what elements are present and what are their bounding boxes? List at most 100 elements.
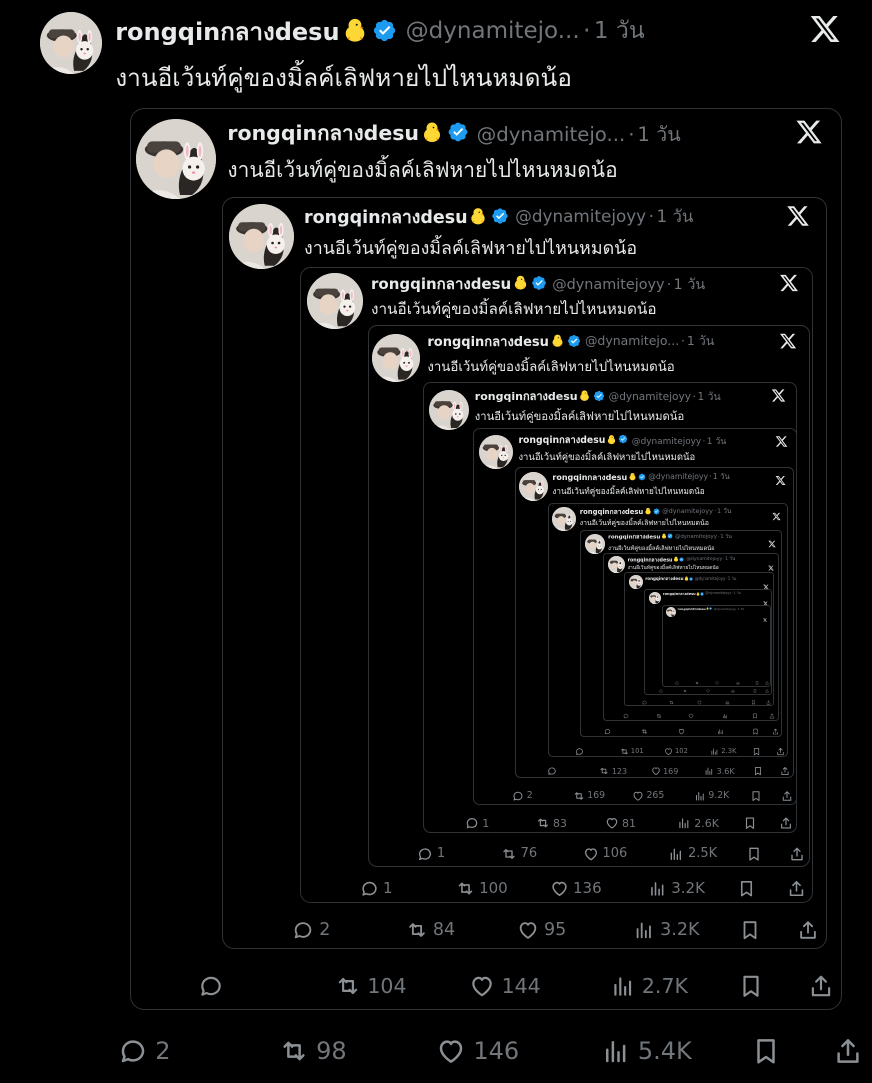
bookmark-button[interactable] <box>752 712 758 719</box>
timestamp[interactable]: 1 วัน <box>637 123 680 146</box>
share-button[interactable] <box>833 1033 863 1069</box>
avatar[interactable] <box>608 556 625 573</box>
bookmark-button[interactable] <box>753 765 763 777</box>
like-button[interactable]: 81 <box>605 815 636 832</box>
views-button[interactable]: 2.7K <box>610 971 688 1002</box>
views-button[interactable] <box>722 712 729 719</box>
timestamp[interactable]: 1 วัน <box>738 607 744 611</box>
share-button[interactable] <box>787 877 806 900</box>
views-button[interactable] <box>736 681 741 686</box>
bookmark-button[interactable] <box>739 917 761 943</box>
avatar[interactable] <box>666 607 676 617</box>
handle[interactable]: @dynamitejoyy <box>686 557 722 562</box>
retweet-button[interactable] <box>656 712 663 719</box>
retweet-button[interactable]: 83 <box>536 815 567 832</box>
views-button[interactable]: 9.2K <box>694 789 729 803</box>
avatar[interactable] <box>519 472 548 501</box>
handle-and-time[interactable]: @dynamitejoyy·1 วัน <box>675 533 732 541</box>
handle[interactable]: @dynamitejoyy <box>632 437 702 447</box>
handle[interactable]: @dynamitejoyy <box>662 507 713 515</box>
reply-button[interactable]: 2 <box>512 789 533 803</box>
like-button[interactable]: 102 <box>664 746 688 756</box>
views-button[interactable]: 2.5K <box>668 844 717 864</box>
views-button[interactable] <box>725 699 731 705</box>
handle-and-time[interactable]: @dynamitejoyy·1 วัน <box>515 204 693 230</box>
retweet-button[interactable]: 76 <box>501 844 537 864</box>
timestamp[interactable]: 1 วัน <box>713 472 730 481</box>
avatar[interactable] <box>372 334 421 382</box>
handle-and-time[interactable]: @dynamitejoyy·1 วัน <box>609 388 721 405</box>
handle-and-time[interactable]: @dynamitejoyy·1 วัน <box>695 575 737 582</box>
timestamp[interactable]: 1 วัน <box>728 576 737 581</box>
retweet-button[interactable] <box>695 681 700 686</box>
bookmark-button[interactable] <box>737 877 756 900</box>
handle[interactable]: @dynamitejo... <box>406 18 580 44</box>
retweet-button[interactable]: 104 <box>335 971 407 1002</box>
retweet-button[interactable] <box>683 688 688 693</box>
handle-and-time[interactable]: @dynamitejo... · 1 วัน <box>406 13 645 49</box>
timestamp[interactable]: 1 วัน <box>725 557 735 562</box>
bookmark-button[interactable] <box>755 681 759 686</box>
handle-and-time[interactable]: @dynamitejoyy·1 วัน <box>552 273 705 296</box>
views-button[interactable]: 3.2K <box>633 917 699 943</box>
share-button[interactable] <box>766 699 771 705</box>
like-button[interactable]: 169 <box>651 765 678 777</box>
views-button[interactable] <box>731 688 736 693</box>
display-name[interactable]: rongqinกลางdesu🐥 <box>518 433 628 448</box>
avatar[interactable] <box>629 575 643 589</box>
display-name[interactable]: rongqinกลางdesu🐥 <box>678 607 713 612</box>
handle[interactable]: @dynamitejoyy <box>552 277 664 293</box>
avatar[interactable] <box>229 204 295 269</box>
share-button[interactable] <box>776 746 785 756</box>
like-button[interactable]: 106 <box>583 844 627 864</box>
display-name[interactable]: rongqinกลางdesu🐥 <box>645 575 694 582</box>
retweet-button[interactable]: 169 <box>573 789 605 803</box>
share-button[interactable] <box>779 815 793 832</box>
share-button[interactable] <box>765 681 769 686</box>
reply-button[interactable] <box>659 688 664 693</box>
handle-and-time[interactable]: @dynamitejoyy·1 วัน <box>648 471 730 483</box>
bookmark-button[interactable] <box>752 727 759 735</box>
share-button[interactable] <box>769 712 775 719</box>
avatar[interactable] <box>136 119 217 199</box>
display-name[interactable]: rongqinกลางdesu🐥 <box>371 272 547 296</box>
handle[interactable]: @dynamitejoyy <box>648 472 708 481</box>
like-button[interactable]: 136 <box>550 877 602 900</box>
retweet-button[interactable]: 98 <box>279 1033 347 1069</box>
reply-button[interactable]: 1 <box>465 815 489 832</box>
retweet-button[interactable]: 123 <box>599 765 627 777</box>
reply-button[interactable]: 2 <box>118 1033 170 1069</box>
handle[interactable]: @dynamitejoyy <box>705 591 731 595</box>
reply-button[interactable] <box>675 681 680 686</box>
display-name[interactable]: rongqinกลางdesu🐥 <box>304 203 509 231</box>
reply-button[interactable] <box>642 699 648 705</box>
handle[interactable]: @dynamitejoyy <box>714 607 736 611</box>
timestamp[interactable]: 1 วัน <box>720 534 732 540</box>
share-button[interactable] <box>781 789 793 803</box>
share-button[interactable] <box>772 727 779 735</box>
handle[interactable]: @dynamitejoyy <box>609 391 691 403</box>
views-button[interactable]: 3.2K <box>648 877 705 900</box>
bookmark-button[interactable] <box>743 815 757 832</box>
reply-button[interactable] <box>604 727 613 735</box>
retweet-button[interactable]: 101 <box>620 746 644 756</box>
like-button[interactable] <box>715 681 720 686</box>
retweet-button[interactable]: 84 <box>406 917 455 943</box>
handle[interactable]: @dynamitejoyy <box>675 534 717 540</box>
display-name[interactable]: rongqinกลางdesu🐥 <box>580 506 660 517</box>
reply-button[interactable] <box>198 971 230 1002</box>
timestamp[interactable]: 1 วัน <box>717 507 731 515</box>
handle[interactable]: @dynamitejo... <box>477 123 626 146</box>
quote-tweet-card[interactable]: rongqinกลางdesu🐥@dynamitejoyy·1 วัน <box>662 605 771 687</box>
display-name[interactable]: rongqinกลางdesu🐥 <box>663 591 705 597</box>
reply-button[interactable]: 1 <box>417 844 445 864</box>
retweet-button[interactable]: 100 <box>456 877 508 900</box>
like-button[interactable]: 146 <box>436 1033 519 1069</box>
display-name[interactable]: rongqinกลางdesu🐥 <box>475 387 605 405</box>
timestamp[interactable]: 1 วัน <box>594 18 645 44</box>
like-button[interactable]: 265 <box>632 789 664 803</box>
handle-and-time[interactable]: @dynamitejoyy·1 วัน <box>714 607 745 612</box>
avatar[interactable] <box>552 507 576 531</box>
avatar[interactable] <box>479 435 514 469</box>
handle-and-time[interactable]: @dynamitejo... · 1 วัน <box>585 332 714 351</box>
